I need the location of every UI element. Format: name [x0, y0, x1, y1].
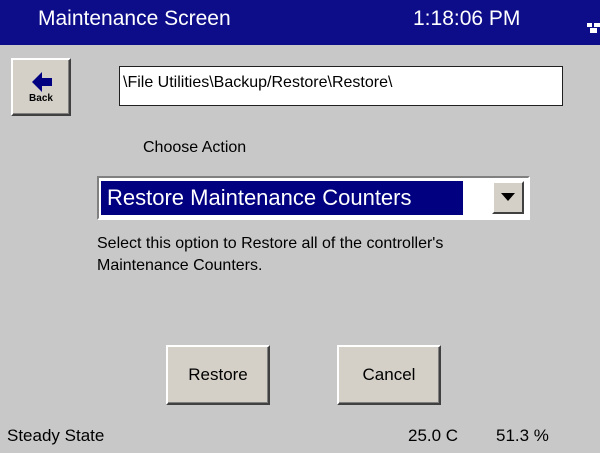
humidity-readout: 51.3 %	[496, 426, 549, 445]
dropdown-button[interactable]	[492, 181, 524, 214]
chevron-down-icon	[501, 193, 515, 201]
path-field: \File Utilities\Backup/Restore\Restore\	[119, 66, 563, 106]
status-state: Steady State	[7, 426, 105, 445]
window-title: Maintenance Screen	[38, 7, 231, 30]
cancel-button[interactable]: Cancel	[337, 345, 441, 405]
back-button[interactable]: Back	[11, 58, 71, 116]
restore-button[interactable]: Restore	[166, 345, 270, 405]
network-tray-icon[interactable]	[587, 20, 600, 33]
choose-action-label: Choose Action	[143, 139, 247, 156]
action-description: Select this option to Restore all of the…	[97, 235, 444, 274]
temperature-readout: 25.0 C	[408, 426, 459, 445]
left-arrow-icon	[32, 72, 52, 92]
action-dropdown[interactable]: Restore Maintenance Counters	[97, 176, 530, 220]
title-bar: Maintenance Screen 1:18:06 PM	[0, 0, 600, 45]
back-label: Back	[29, 93, 53, 104]
selected-action[interactable]: Restore Maintenance Counters	[101, 181, 463, 215]
clock: 1:18:06 PM	[413, 7, 521, 30]
